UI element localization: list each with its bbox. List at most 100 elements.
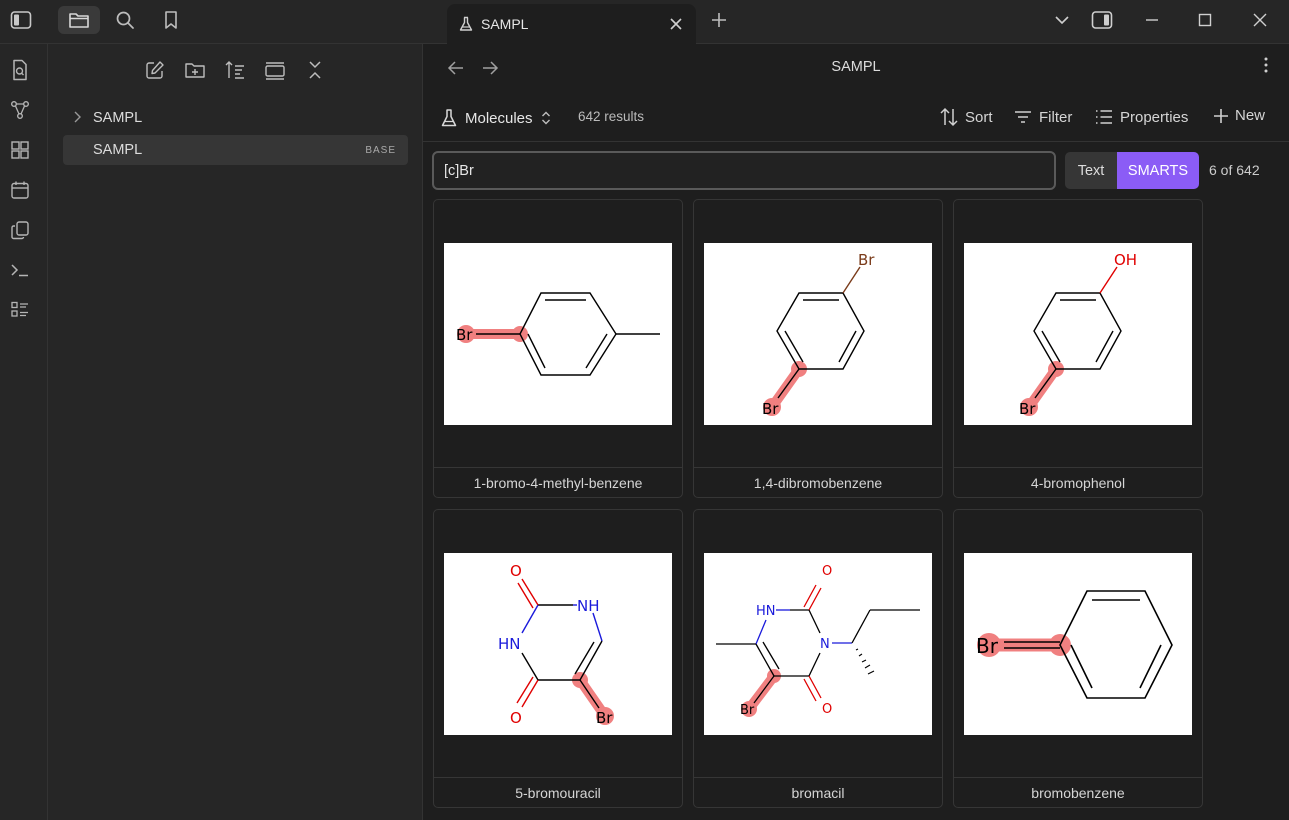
new-tab-button[interactable] [698, 6, 740, 34]
tree-item-label: SAMPL [93, 142, 143, 158]
quick-switcher-button[interactable] [9, 59, 31, 81]
view-selector[interactable]: Molecules [441, 108, 551, 128]
command-palette-button[interactable] [9, 259, 31, 281]
atom-label: Br [456, 326, 473, 344]
atom-label: N [820, 637, 830, 652]
atom-label: Br [976, 634, 999, 658]
bookmarks-tab-button[interactable] [150, 6, 192, 34]
molecule-name: bromobenzene [954, 777, 1202, 807]
molecule-card[interactable]: Br bromobenzene [953, 509, 1203, 808]
tree-file-sampl-base[interactable]: SAMPL BASE [63, 135, 408, 165]
file-explorer: SAMPL SAMPL BASE [48, 44, 423, 820]
calendar-icon [11, 181, 29, 199]
maximize-icon [1198, 13, 1212, 27]
tree-item-label: SAMPL [93, 110, 143, 126]
atom-label: O [822, 702, 832, 717]
sort-icon [225, 61, 244, 79]
filter-label: Filter [1039, 108, 1073, 126]
bookmark-icon [165, 11, 177, 29]
edit-icon [146, 61, 164, 79]
new-folder-button[interactable] [183, 58, 207, 82]
atom-label: Br [858, 251, 875, 269]
molecule-image: OH Br [964, 243, 1192, 425]
chevron-down-icon [1055, 16, 1069, 25]
new-note-button[interactable] [143, 58, 167, 82]
molecule-card[interactable]: OH Br 4-bromophenol [953, 199, 1203, 498]
atom-label: HN [756, 604, 776, 619]
atom-label: O [510, 562, 522, 580]
molecule-card[interactable]: Br Br 1,4-dibromobenzene [693, 199, 943, 498]
molecule-card[interactable]: O HN N O Br bromacil [693, 509, 943, 808]
properties-label: Properties [1120, 108, 1189, 126]
search-tab-button[interactable] [104, 6, 146, 34]
active-tab[interactable]: SAMPL [447, 4, 696, 44]
daily-note-button[interactable] [9, 179, 31, 201]
file-type-badge: BASE [365, 144, 396, 156]
search-icon [116, 11, 134, 29]
results-count: 642 results [578, 109, 645, 124]
atom-label: Br [740, 703, 755, 718]
more-options-button[interactable] [1263, 56, 1269, 74]
molecule-name: 5-bromouracil [434, 777, 682, 807]
molecule-name: 1-bromo-4-methyl-benzene [434, 467, 682, 497]
molecule-image: Br [444, 243, 672, 425]
sidebar-toggle-icon [10, 11, 32, 29]
flask-icon [441, 109, 457, 127]
base-toolbar: Molecules 642 results Sort Filter Proper… [423, 98, 1289, 142]
close-window-button[interactable] [1242, 6, 1278, 34]
mode-smarts-button[interactable]: SMARTS [1117, 152, 1199, 189]
outline-button[interactable] [9, 299, 31, 321]
molecule-name: 1,4-dibromobenzene [694, 467, 942, 497]
sort-arrows-icon [940, 107, 958, 127]
molecule-image: O NH HN O Br [444, 553, 672, 735]
minimize-icon [1146, 19, 1158, 21]
tab-list-button[interactable] [1044, 6, 1080, 34]
templates-button[interactable] [9, 219, 31, 241]
flask-icon [459, 16, 473, 32]
minimize-button[interactable] [1134, 6, 1170, 34]
plus-icon [712, 13, 726, 27]
view-title: SAMPL [831, 59, 881, 75]
close-icon [670, 18, 682, 30]
tree-folder-sampl[interactable]: SAMPL [63, 103, 408, 133]
filter-icon [1015, 111, 1031, 123]
close-icon [1253, 13, 1267, 27]
molecule-card[interactable]: Br 1-bromo-4-methyl-benzene [433, 199, 683, 498]
ribbon [0, 44, 48, 820]
collapse-icon [309, 61, 321, 79]
toggle-right-sidebar-button[interactable] [1084, 6, 1120, 34]
terminal-icon [11, 264, 28, 277]
new-label: New [1235, 107, 1266, 124]
molecule-image: Br [964, 553, 1192, 735]
chevron-right-icon [73, 111, 81, 123]
atom-label: O [822, 564, 832, 579]
files-tab-button[interactable] [58, 6, 100, 34]
panel-icon [265, 62, 285, 80]
folder-icon [69, 13, 89, 28]
atom-label: OH [1114, 251, 1137, 269]
properties-button[interactable]: Properties [1094, 107, 1188, 127]
canvas-button[interactable] [9, 139, 31, 161]
sort-order-button[interactable] [223, 58, 247, 82]
molecule-card[interactable]: O NH HN O Br 5-bromouracil [433, 509, 683, 808]
auto-reveal-button[interactable] [263, 58, 287, 82]
more-vertical-icon [1264, 57, 1268, 73]
graph-view-button[interactable] [9, 99, 31, 121]
match-count: 6 of 642 [1209, 162, 1260, 178]
chevron-up-down-icon [541, 111, 550, 125]
maximize-button[interactable] [1187, 6, 1223, 34]
title-bar: SAMPL [0, 0, 1289, 44]
atom-label: O [510, 709, 522, 727]
close-tab-button[interactable] [666, 14, 686, 34]
tab-title: SAMPL [481, 16, 529, 32]
collapse-all-button[interactable] [303, 58, 327, 82]
list-icon [11, 301, 28, 317]
sort-button[interactable]: Sort [939, 107, 993, 127]
mode-text-button[interactable]: Text [1065, 152, 1117, 189]
molecule-image: Br Br [704, 243, 932, 425]
atom-label: HN [498, 635, 521, 653]
filter-button[interactable]: Filter [1013, 107, 1072, 127]
smarts-search-input[interactable] [432, 151, 1056, 190]
new-entry-button[interactable]: New [1213, 107, 1265, 124]
toggle-sidebar-button[interactable] [0, 6, 42, 34]
